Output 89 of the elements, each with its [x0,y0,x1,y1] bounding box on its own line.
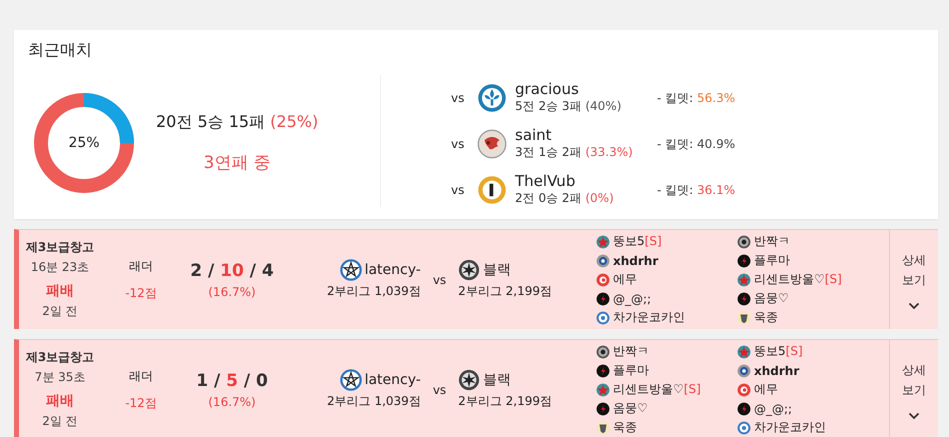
player-name[interactable]: 옴뭉♡ [613,400,648,417]
star-emblem-icon [737,344,751,358]
star-emblem-icon [737,272,751,286]
player-name[interactable]: 에무 [613,271,637,288]
kda-score: 2 / 10 / 4 [190,260,274,280]
team-name[interactable]: 블랙 [483,371,512,389]
vs-label: vs [451,91,466,105]
player-name[interactable]: @_@;; [613,292,652,306]
player-name[interactable]: 리센트방울♡[S] [613,381,701,398]
player-name[interactable]: 반짝ㅋ [613,343,649,360]
chevron-down-icon[interactable] [908,412,920,420]
chevron-down-icon[interactable] [908,302,920,310]
player-name[interactable]: xhdrhr [613,254,658,268]
team-name[interactable]: latency- [364,372,421,388]
match-time-ago: 2일 전 [42,413,78,430]
star-emblem-icon [596,234,610,248]
kda-ratio: (16.7%) [208,394,256,408]
player-name[interactable]: 반짝ㅋ [754,233,790,250]
section-title: 최근매치 [28,40,92,61]
bolt-emblem-icon [596,364,610,378]
player-name[interactable]: 플루마 [754,252,790,269]
radial-emblem-icon [596,344,610,358]
vs-label: vs [451,183,466,197]
sunburst-emblem-icon [458,369,480,391]
match-card[interactable]: 제3보급창고 7분 35초 패배 2일 전 래더 -12점 1 / 5 / 0 (16.7%) latency- 2부리그 1,039점 vs 블랙 2부리그 2,199점 반짝ㅋ 플루마 리센트방울♡[S] 옴뭉♡ 욱종 뚱보5[S] xhdrhr 에무 @_@;; 차가운코카인 상세 보기 [14,339,938,437]
head-to-head-record: 3전 1승 2패 (33.3%) [515,144,634,161]
head-to-head-record: 2전 0승 2패 (0%) [515,190,615,207]
details-button[interactable]: 상세 보기 [900,360,928,400]
vs-label: vs [432,272,446,286]
player-name[interactable]: 차가운코카인 [613,309,685,326]
kill-death-ratio: - 킬뎃: 40.9% [657,136,736,152]
map-name: 제3보급창고 [26,349,94,366]
bolt-emblem-icon [737,402,751,416]
wheel-emblem-icon [737,364,751,378]
team-name[interactable]: latency- [364,262,421,278]
team-league: 2부리그 2,199점 [458,393,552,410]
pentagram-emblem-icon [340,259,362,281]
game-mode: 래더 [129,258,153,274]
team-league: 2부리그 2,199점 [458,283,552,300]
wheel-emblem-icon [596,254,610,268]
match-duration: 7분 35초 [34,369,86,386]
kill-death-ratio: - 킬뎃: 36.1% [657,182,736,198]
player-name[interactable]: 차가운코카인 [754,419,826,436]
player-name[interactable]: 욱종 [754,309,778,326]
bolt-emblem-icon [737,254,751,268]
radial-emblem-icon [737,234,751,248]
player-name[interactable]: @_@;; [754,402,792,416]
team-league: 2부리그 1,039점 [327,283,421,300]
shield-emblem-icon [737,310,751,324]
player-name[interactable]: 리센트방울♡[S] [754,271,842,288]
player-name[interactable]: 플루마 [613,362,649,379]
player-name[interactable]: 뚱보5[S] [754,343,803,360]
vs-label: vs [451,137,466,151]
vs-label: vs [432,382,446,396]
player-name[interactable]: 옴뭉♡ [754,290,789,307]
opponent-name: ThelVub [515,173,576,190]
opponent-name: saint [515,127,553,144]
team-league: 2부리그 1,039점 [327,393,421,410]
bolt-emblem-icon [596,402,610,416]
opponent-name: gracious [515,81,580,98]
match-duration: 16분 23초 [30,259,90,276]
map-name: 제3보급창고 [26,239,94,256]
sunburst-emblem-icon [458,259,480,281]
pentagram-emblem-icon [340,369,362,391]
game-mode: 래더 [129,368,153,384]
details-button[interactable]: 상세 보기 [900,250,928,290]
bolt-emblem-icon [737,292,751,306]
match-result: 패배 [46,282,74,300]
win-rate-label: 25% [68,135,100,151]
player-name[interactable]: 욱종 [613,419,637,436]
player-name[interactable]: 뚱보5[S] [613,233,662,250]
star-emblem-icon [596,382,610,396]
team-name[interactable]: 블랙 [483,261,512,279]
kda-score: 1 / 5 / 0 [196,370,268,390]
player-name[interactable]: 에무 [754,381,778,398]
kill-death-ratio: - 킬뎃: 56.3% [657,90,736,106]
point-change: -12점 [125,284,157,302]
record-text: 20전 5승 15패 (25%) [156,112,318,133]
number-emblem-icon [477,175,507,205]
match-result: 패배 [46,392,74,410]
match-card[interactable]: 제3보급창고 16분 23초 패배 2일 전 래더 -12점 2 / 10 / 4 (16.7%) latency- 2부리그 1,039점 vs 블랙 2부리그 2,199점 뚱보5[S] xhdrhr 에무 @_@;; 차가운코카인 반짝ㅋ 플루마 리센트방울♡[S] 옴뭉♡ 욱종 상세 보기 [14,229,938,329]
shield-emblem-icon [596,420,610,434]
bolt-emblem-icon [596,292,610,306]
match-time-ago: 2일 전 [42,303,78,320]
point-change: -12점 [125,394,157,412]
kda-ratio: (16.7%) [208,284,256,298]
streak-text: 3연패 중 [203,152,271,174]
player-name[interactable]: xhdrhr [754,364,800,378]
head-to-head-record: 5전 2승 3패 (40%) [515,98,622,115]
